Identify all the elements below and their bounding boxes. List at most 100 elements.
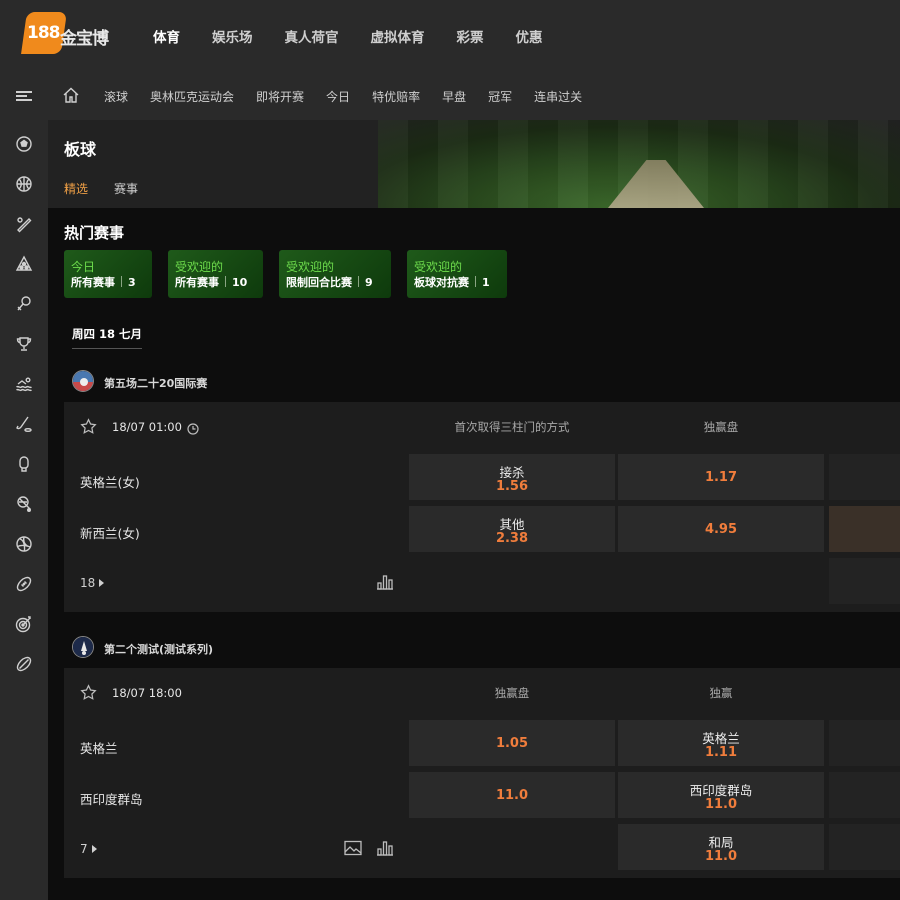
caret-right-icon [91, 845, 97, 853]
swimming-icon[interactable] [15, 375, 33, 393]
odds-button[interactable]: 4.95 [618, 506, 824, 552]
darts-icon[interactable] [15, 615, 33, 633]
odds-value: 4.95 [704, 522, 738, 537]
chip-bottom-label: 限制回合比赛 [286, 276, 352, 289]
volleyball-icon[interactable] [15, 535, 33, 553]
market-header: 首次取得三柱门的方式 [454, 420, 570, 434]
top-nav-promotions[interactable]: 优惠 [516, 26, 543, 46]
boxing-icon[interactable] [15, 455, 33, 473]
more-markets-count: 7 [80, 842, 88, 856]
more-markets-link[interactable]: 7 [80, 842, 97, 856]
tab-events[interactable]: 赛事 [114, 180, 138, 197]
trophy-icon[interactable] [15, 335, 33, 353]
top-nav-live-dealer[interactable]: 真人荷官 [285, 26, 339, 46]
match-card-header: 18/07 01:00 首次取得三柱门的方式 独赢盘 [64, 402, 900, 452]
odds-button-partial[interactable] [829, 772, 900, 818]
odds-button-partial[interactable] [829, 506, 900, 552]
page-title: 板球 [64, 140, 97, 159]
sub-nav-parlay[interactable]: 连串过关 [534, 88, 582, 105]
odds-button[interactable]: 其他 2.38 [409, 506, 615, 552]
brand-logo[interactable]: 188 金宝博 [21, 12, 110, 58]
chip-top-label: 今日 [71, 260, 96, 274]
sport-sidebar [0, 70, 48, 900]
sub-nav-inplay[interactable]: 滚球 [104, 88, 128, 105]
badminton-icon[interactable] [15, 295, 33, 313]
chip-bottom-label: 板球对抗赛 [414, 276, 469, 289]
sub-nav-items: 滚球 奥林匹克运动会 即将开赛 今日 特优赔率 早盘 冠军 连串过关 [104, 88, 604, 105]
odds-button-partial[interactable] [829, 824, 900, 870]
sub-nav-boosted-odds[interactable]: 特优赔率 [372, 88, 420, 105]
match-card-header: 18/07 18:00 独赢盘 独赢 [64, 668, 900, 718]
odds-button[interactable]: 英格兰 1.11 [618, 720, 824, 766]
caret-right-icon [99, 579, 105, 587]
sub-nav-today[interactable]: 今日 [326, 88, 350, 105]
hot-chip-popular-all[interactable]: 受欢迎的 所有赛事 10 [168, 250, 263, 298]
more-markets-count: 18 [80, 576, 96, 590]
top-nav-virtual-sports[interactable]: 虚拟体育 [371, 26, 425, 46]
hamburger-menu-icon[interactable] [16, 91, 32, 101]
more-markets-link[interactable]: 18 [80, 576, 105, 590]
american-football-icon[interactable] [15, 575, 33, 593]
snooker-icon[interactable] [15, 255, 33, 273]
main-content: 板球 精选 赛事 热门赛事 今日 所有赛事 3 受欢迎的 所有赛事 10 受欢迎的 … [48, 120, 900, 900]
stats-chart-icon[interactable] [376, 574, 394, 590]
team-name: 新西兰(女) [80, 526, 140, 541]
odds-value: 2.38 [495, 531, 529, 546]
sub-nav-olympics[interactable]: 奥林匹克运动会 [150, 88, 234, 105]
competition-name: 第五场二十20国际赛 [104, 377, 208, 390]
competition-logo [72, 636, 94, 658]
hot-chip-popular-limited-overs[interactable]: 受欢迎的 限制回合比赛 9 [279, 250, 391, 298]
match-card: 18/07 18:00 独赢盘 独赢 英格兰 西印度群岛 1.05 11.0 英… [64, 668, 900, 878]
date-label: 周四 18 七月 [72, 326, 143, 349]
soccer-icon[interactable] [15, 135, 33, 153]
odds-value: 1.17 [704, 470, 738, 485]
odds-button[interactable]: 和局 11.0 [618, 824, 824, 870]
hot-chip-today[interactable]: 今日 所有赛事 3 [64, 250, 152, 298]
tennis-icon[interactable] [15, 495, 33, 513]
sport-banner: 板球 精选 赛事 [48, 120, 900, 208]
image-icon[interactable] [344, 840, 362, 856]
odds-value: 11.0 [704, 797, 738, 812]
odds-button-partial[interactable] [829, 454, 900, 500]
favorite-star-icon[interactable] [80, 418, 97, 435]
match-time: 18/07 01:00 [112, 420, 182, 434]
top-nav-casino[interactable]: 娱乐场 [212, 26, 253, 46]
rugby-icon[interactable] [15, 655, 33, 673]
sub-nav: 滚球 奥林匹克运动会 即将开赛 今日 特优赔率 早盘 冠军 连串过关 [48, 70, 900, 120]
market-header: 独赢 [709, 686, 733, 700]
competition-logo [72, 370, 94, 392]
top-nav: 体育 娱乐场 真人荷官 虚拟体育 彩票 优惠 [153, 26, 575, 46]
team-name: 西印度群岛 [80, 792, 143, 807]
chip-top-label: 受欢迎的 [175, 260, 224, 274]
chip-bottom-label: 所有赛事 [175, 276, 219, 289]
sub-nav-outright[interactable]: 冠军 [488, 88, 512, 105]
hockey-icon[interactable] [15, 415, 33, 433]
odds-button-partial[interactable] [829, 558, 900, 604]
odds-button[interactable]: 西印度群岛 11.0 [618, 772, 824, 818]
top-nav-lottery[interactable]: 彩票 [457, 26, 484, 46]
chip-count: 1 [482, 276, 490, 289]
match-time: 18/07 18:00 [112, 686, 182, 700]
baseball-icon[interactable] [15, 215, 33, 233]
hot-events-title: 热门赛事 [64, 224, 125, 242]
sub-nav-starting-soon[interactable]: 即将开赛 [256, 88, 304, 105]
odds-value: 1.05 [495, 736, 529, 751]
odds-button[interactable]: 接杀 1.56 [409, 454, 615, 500]
chip-count: 3 [128, 276, 136, 289]
tab-featured[interactable]: 精选 [64, 180, 88, 197]
stats-chart-icon[interactable] [376, 840, 394, 856]
home-icon[interactable] [62, 86, 80, 104]
chip-count: 9 [365, 276, 373, 289]
favorite-star-icon[interactable] [80, 684, 97, 701]
odds-button-partial[interactable] [829, 720, 900, 766]
market-header: 独赢盘 [494, 686, 530, 700]
market-header: 独赢盘 [703, 420, 739, 434]
top-nav-sports[interactable]: 体育 [153, 26, 180, 46]
basketball-icon[interactable] [15, 175, 33, 193]
odds-button[interactable]: 1.05 [409, 720, 615, 766]
odds-button[interactable]: 1.17 [618, 454, 824, 500]
hot-chip-popular-test[interactable]: 受欢迎的 板球对抗赛 1 [407, 250, 507, 298]
competition-name: 第二个测试(测试系列) [104, 643, 214, 656]
odds-button[interactable]: 11.0 [409, 772, 615, 818]
sub-nav-early[interactable]: 早盘 [442, 88, 466, 105]
